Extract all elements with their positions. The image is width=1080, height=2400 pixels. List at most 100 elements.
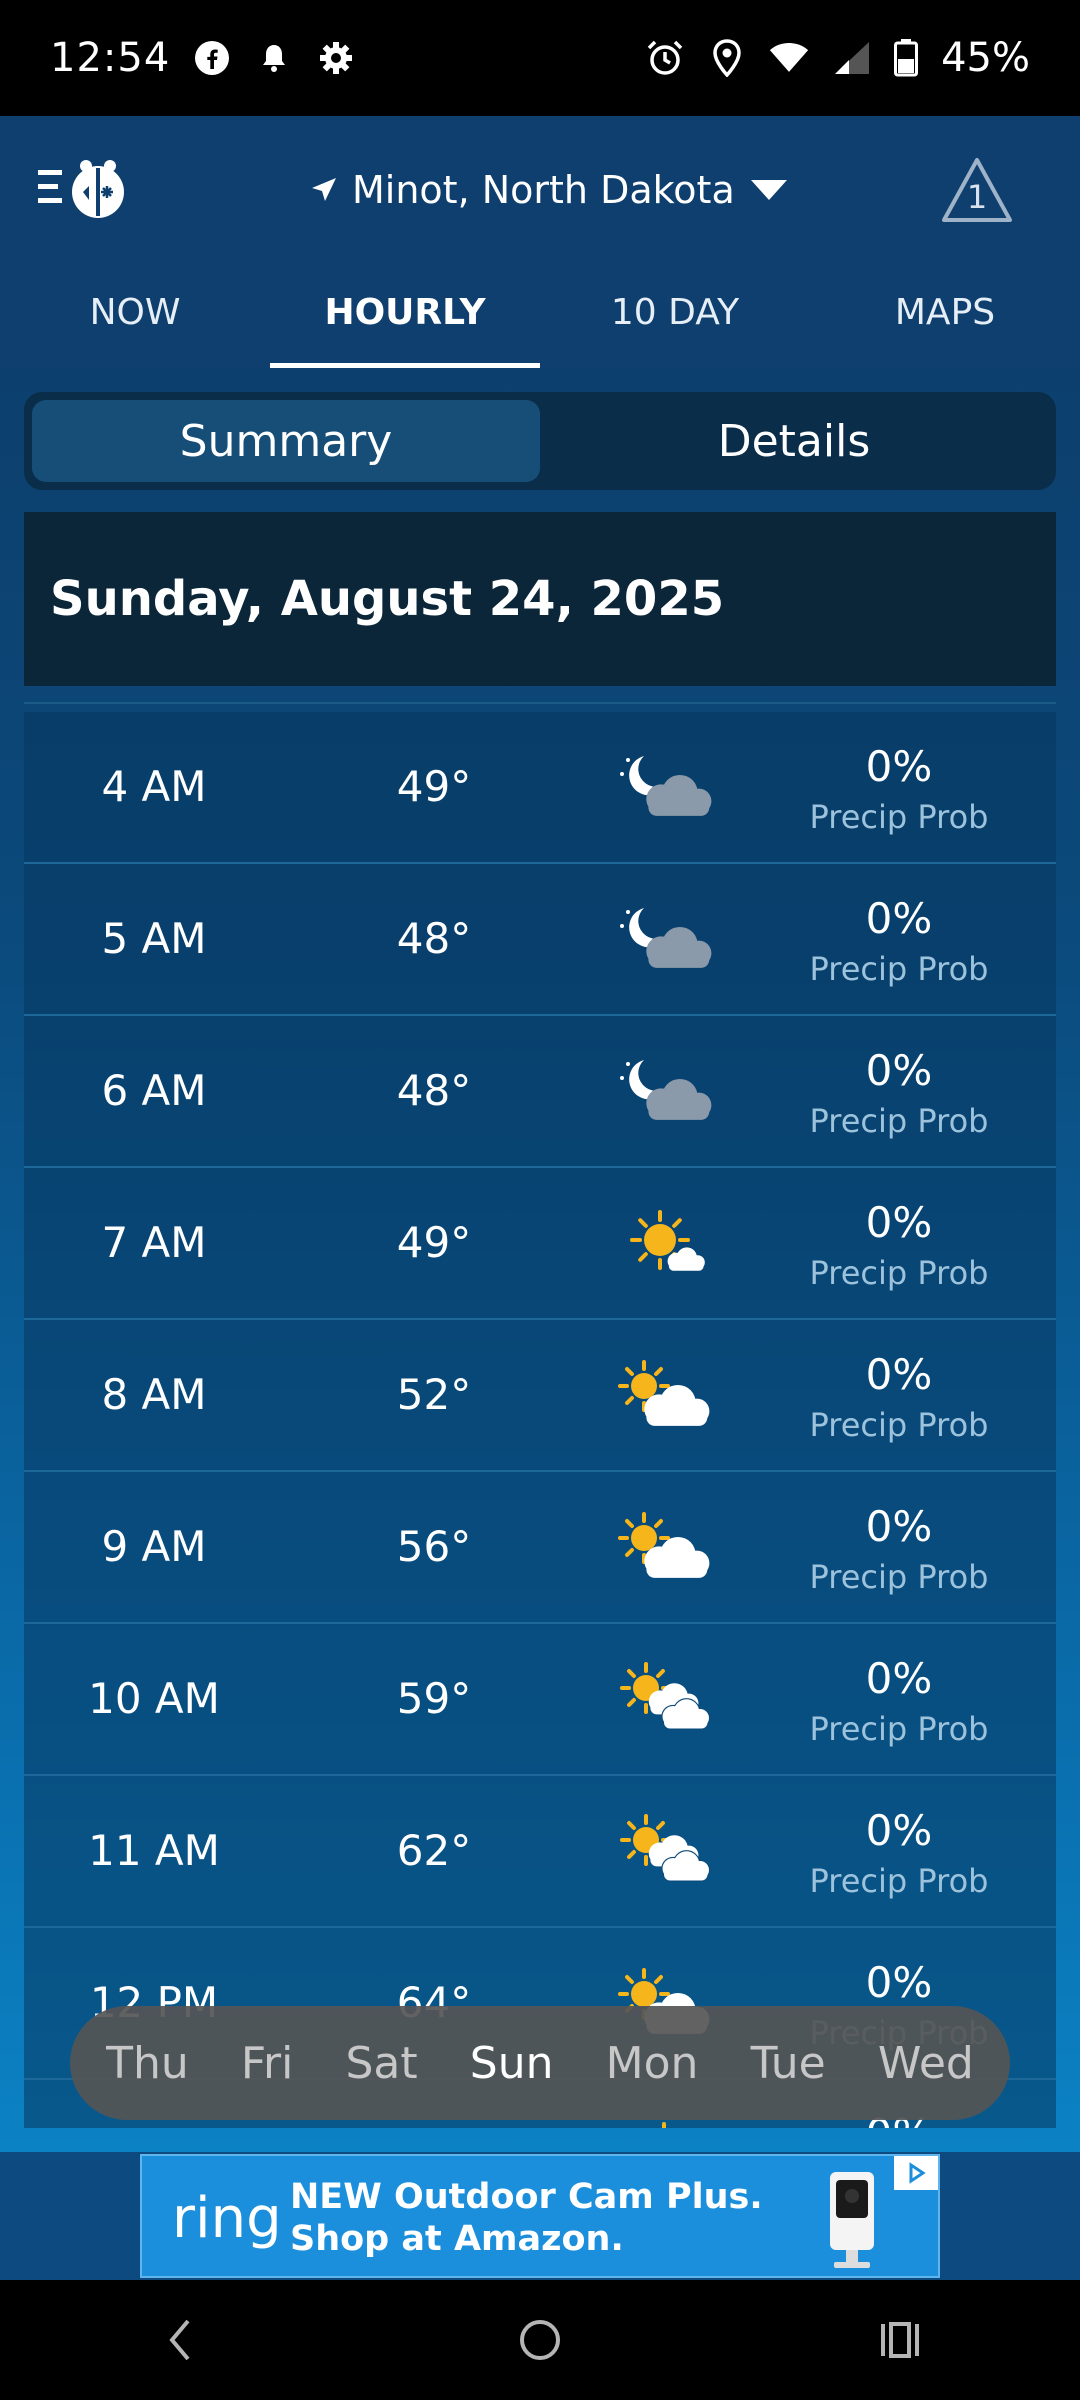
alert-count: 1 — [966, 178, 988, 216]
tab-now[interactable]: NOW — [0, 256, 270, 368]
partly-cloudy-icon — [614, 1356, 724, 1436]
divider — [24, 702, 1056, 704]
app-body: Minot, North Dakota 1 NOW HOURLY 10 DAY … — [0, 116, 1080, 2152]
hourly-row[interactable]: 11 AM 62° 0% Precip Prob — [24, 1776, 1056, 1928]
precip-percent: 0% — [865, 742, 933, 791]
back-button[interactable] — [140, 2310, 220, 2370]
hour-temp: 48° — [396, 1066, 472, 1115]
precip-label: Precip Prob — [809, 1406, 989, 1444]
hour-temp: 48° — [396, 914, 472, 963]
ad-brand-logo: ring — [172, 2186, 282, 2251]
partly-cloudy-icon — [614, 1508, 724, 1588]
night-cloudy-icon — [614, 748, 724, 828]
hour-time: 5 AM — [101, 914, 207, 963]
status-time: 12:54 — [50, 35, 171, 81]
location-arrow-icon — [312, 178, 336, 201]
precip-label: Precip Prob — [809, 1710, 989, 1748]
bell-icon — [254, 38, 294, 78]
battery-percent: 45% — [941, 35, 1030, 81]
hourly-row[interactable]: 7 AM 49° 0% Precip Prob — [24, 1168, 1056, 1320]
location-name: Minot, North Dakota — [352, 168, 735, 212]
hour-temp: 52° — [396, 1370, 472, 1419]
precip-percent: 0% — [865, 1502, 933, 1551]
precip-percent: 0% — [865, 1654, 933, 1703]
ad-text: NEW Outdoor Cam Plus. Shop at Amazon. — [290, 2176, 763, 2260]
hour-time: 9 AM — [101, 1522, 207, 1571]
day-wed[interactable]: Wed — [878, 2038, 974, 2089]
ad-line-2: Shop at Amazon. — [290, 2219, 624, 2259]
hour-temp: 49° — [396, 1218, 472, 1267]
recents-icon — [881, 2322, 919, 2358]
status-bar: 12:54 45% — [0, 0, 1080, 116]
location-selector[interactable]: Minot, North Dakota — [310, 160, 789, 220]
mostly-cloudy-icon — [614, 1660, 724, 1740]
weatherbug-logo-icon — [72, 160, 124, 218]
day-sun[interactable]: Sun — [470, 2038, 554, 2089]
hour-time: 8 AM — [101, 1370, 207, 1419]
summary-toggle[interactable]: Summary — [32, 400, 540, 482]
day-thu[interactable]: Thu — [106, 2038, 189, 2089]
hour-time: 4 AM — [101, 762, 207, 811]
ad-choices-icon[interactable] — [894, 2156, 938, 2190]
precip-percent: 0% — [865, 894, 933, 943]
precip-percent: 0% — [865, 1046, 933, 1095]
ad-line-1: NEW Outdoor Cam Plus. — [290, 2177, 763, 2217]
hour-time: 6 AM — [101, 1066, 207, 1115]
tab-hourly[interactable]: HOURLY — [270, 256, 540, 368]
details-toggle[interactable]: Details — [540, 400, 1048, 482]
alert-button[interactable]: 1 — [940, 156, 1014, 224]
precip-percent: 0% — [865, 1198, 933, 1247]
night-cloudy-icon — [614, 1052, 724, 1132]
hourly-row[interactable]: 5 AM 48° 0% Precip Prob — [24, 864, 1056, 1016]
day-tue[interactable]: Tue — [751, 2038, 826, 2089]
precip-label: Precip Prob — [809, 1254, 989, 1292]
hamburger-icon — [38, 170, 62, 203]
hourly-row[interactable]: 4 AM 49° 0% Precip Prob — [24, 712, 1056, 864]
hourly-row[interactable]: 6 AM 48° 0% Precip Prob — [24, 1016, 1056, 1168]
hourly-row[interactable]: 9 AM 56° 0% Precip Prob — [24, 1472, 1056, 1624]
hour-time: 10 AM — [88, 1674, 220, 1723]
camera-product-icon — [830, 2172, 874, 2268]
precip-percent: 0% — [865, 1350, 933, 1399]
hour-time: 7 AM — [101, 1218, 207, 1267]
hourly-row[interactable]: 8 AM 52° 0% Precip Prob — [24, 1320, 1056, 1472]
alarm-icon — [645, 38, 685, 78]
battery-icon — [893, 38, 919, 78]
ad-banner[interactable]: ring NEW Outdoor Cam Plus. Shop at Amazo… — [140, 2154, 940, 2278]
home-icon — [520, 2320, 560, 2360]
precip-label: Precip Prob — [809, 1102, 989, 1140]
tab-bar: NOW HOURLY 10 DAY MAPS — [0, 256, 1080, 368]
gear-icon — [316, 38, 356, 78]
day-fri[interactable]: Fri — [241, 2038, 293, 2089]
facebook-icon — [192, 38, 232, 78]
tab-maps[interactable]: MAPS — [810, 256, 1080, 368]
precip-label: Precip Prob — [809, 950, 989, 988]
app-header: Minot, North Dakota 1 — [0, 116, 1080, 256]
recents-button[interactable] — [860, 2310, 940, 2370]
hour-temp: 56° — [396, 1522, 472, 1571]
back-icon — [169, 2319, 190, 2361]
system-nav-bar — [0, 2280, 1080, 2400]
tab-10-day[interactable]: 10 DAY — [540, 256, 810, 368]
hour-time: 11 AM — [88, 1826, 220, 1875]
sunny-small-cloud-icon — [614, 1204, 724, 1284]
menu-button[interactable] — [36, 154, 132, 224]
precip-label: Precip Prob — [809, 798, 989, 836]
date-header: Sunday, August 24, 2025 — [24, 512, 1056, 686]
hour-temp: 62° — [396, 1826, 472, 1875]
chevron-down-icon — [750, 180, 787, 200]
hour-temp: 59° — [396, 1674, 472, 1723]
mostly-cloudy-icon — [614, 1812, 724, 1892]
precip-label: Precip Prob — [809, 1862, 989, 1900]
home-button[interactable] — [500, 2310, 580, 2370]
wifi-icon — [769, 38, 809, 78]
hour-temp: 49° — [396, 762, 472, 811]
day-picker: Thu Fri Sat Sun Mon Tue Wed — [70, 2006, 1010, 2120]
hourly-list[interactable]: 4 AM 49° 0% Precip Prob 5 AM 48° 0% Prec… — [24, 702, 1056, 2128]
day-mon[interactable]: Mon — [606, 2038, 699, 2089]
day-sat[interactable]: Sat — [345, 2038, 417, 2089]
precip-percent: 0% — [865, 1806, 933, 1855]
signal-icon — [831, 38, 871, 78]
precip-percent: 0% — [865, 1958, 933, 2007]
hourly-row[interactable]: 10 AM 59° 0% Precip Prob — [24, 1624, 1056, 1776]
